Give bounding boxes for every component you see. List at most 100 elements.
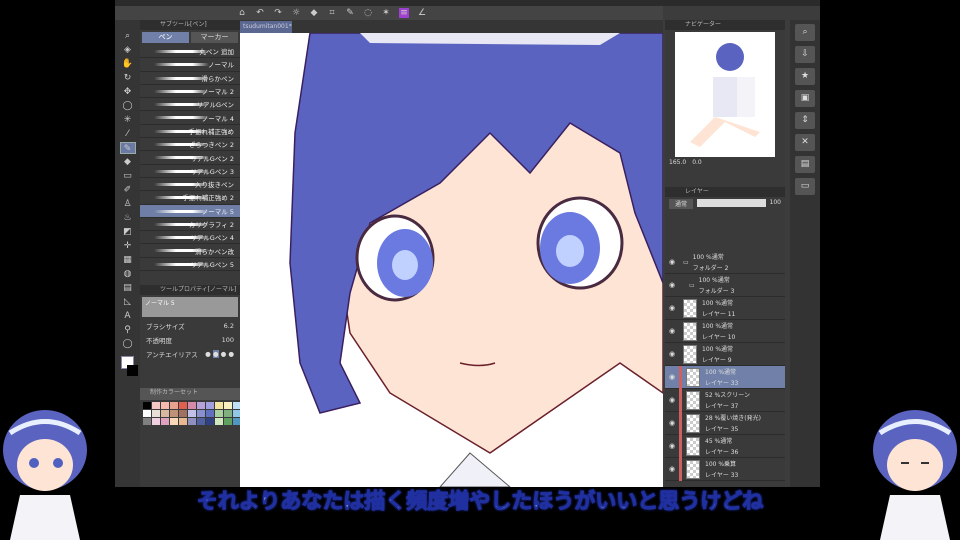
brush-item[interactable]: リアルGペン 3 [140, 165, 240, 178]
text-tool-icon[interactable]: A [120, 310, 136, 322]
tab-pen[interactable]: ペン [142, 32, 189, 43]
brush-item[interactable]: 丸ペン 追加 [140, 45, 240, 59]
document-tab[interactable]: tsudumitan001* [240, 21, 292, 33]
visibility-eye-icon[interactable]: ◉ [665, 396, 679, 404]
layer-row[interactable]: ◉ 100 %通常 レイヤー 11 [665, 297, 785, 320]
color-swatch[interactable] [224, 402, 232, 409]
brush-item[interactable]: 手振れ補正強め [140, 125, 240, 139]
color-set-name[interactable]: 制作カラーセット [140, 388, 240, 400]
brush-item[interactable]: リアルGペン 5 [140, 258, 240, 272]
wand-icon[interactable]: ✶ [381, 8, 391, 18]
layer-row[interactable]: ◉ 52 %スクリーン レイヤー 37 [665, 388, 785, 412]
gradient-tool-icon[interactable]: ▦ [120, 254, 136, 266]
color-swatch[interactable] [197, 402, 205, 409]
brush-size-row[interactable]: ブラシサイズ 6.2 [140, 319, 240, 333]
color-swatch[interactable] [143, 402, 151, 409]
color-swatch[interactable] [170, 402, 178, 409]
expand-icon[interactable]: ⇕ [795, 112, 815, 129]
tab-marker[interactable]: マーカー [191, 32, 238, 43]
eraser-icon[interactable]: ◆ [120, 156, 136, 168]
marker-tool-icon[interactable]: ▭ [120, 170, 136, 182]
layer-row[interactable]: ◉ 100 %通常 レイヤー 9 [665, 343, 785, 366]
color-swatch[interactable] [188, 410, 196, 417]
color-swatch[interactable] [161, 418, 169, 425]
visibility-eye-icon[interactable]: ◉ [665, 442, 679, 450]
color-swatch[interactable] [215, 418, 223, 425]
pencil-icon[interactable]: ∠ [417, 8, 427, 18]
brush-item[interactable]: ノーマル 2 [140, 85, 240, 99]
material-icon[interactable]: ▣ [795, 90, 815, 107]
color-swatch[interactable] [152, 402, 160, 409]
color-swatch[interactable] [206, 410, 214, 417]
navigator-preview[interactable] [675, 32, 775, 157]
layer-row[interactable]: ◉ ▭ 100 %通常 フォルダー 3 [665, 274, 785, 297]
color-swatch[interactable] [197, 418, 205, 425]
layer-row[interactable]: ◉ 28 %覆い焼き(発光) レイヤー 35 [665, 411, 785, 435]
pen-tool-icon[interactable]: ✎ [119, 142, 136, 154]
close-file-icon[interactable]: ✕ [795, 134, 815, 151]
color-swatch[interactable] [161, 402, 169, 409]
color-swatch[interactable] [206, 402, 214, 409]
brush-item[interactable]: 手振れ補正強め 2 [140, 191, 240, 205]
layer-row[interactable]: ◉ 100 %乗算 レイヤー 33 [665, 457, 785, 481]
color-swatch[interactable] [206, 418, 214, 425]
balloon-tool-icon[interactable]: ◯ [120, 338, 136, 350]
visibility-eye-icon[interactable]: ◉ [665, 419, 679, 427]
folder2-icon[interactable]: ▭ [795, 178, 815, 195]
color-swatch[interactable] [215, 410, 223, 417]
bucket-tool-icon[interactable]: ◩ [120, 226, 136, 238]
undo-icon[interactable]: ↶ [255, 8, 265, 18]
color-swatch[interactable] [170, 418, 178, 425]
color-swatch[interactable] [152, 410, 160, 417]
color-swatch[interactable] [152, 418, 160, 425]
zoom-value[interactable]: 165.0 [669, 159, 686, 166]
brush-item[interactable]: 入り抜きペン [140, 178, 240, 192]
brush-item[interactable]: カリグラフィ 2 [140, 218, 240, 232]
correct-tool-icon[interactable]: ⚲ [120, 324, 136, 336]
frame-tool-icon[interactable]: ▤ [120, 282, 136, 294]
visibility-eye-icon[interactable]: ◉ [665, 281, 679, 289]
color-swatch[interactable] [215, 402, 223, 409]
wand-tool-icon[interactable]: ✳ [120, 114, 136, 126]
pen-icon[interactable]: ✎ [345, 8, 355, 18]
lasso-icon[interactable]: ◌ [363, 8, 373, 18]
ruler-tool-icon[interactable]: ◺ [120, 296, 136, 308]
color-swatch[interactable] [143, 410, 151, 417]
color-swatch[interactable] [170, 410, 178, 417]
brush-item[interactable]: ノーマル 5 [140, 204, 240, 218]
folder-icon[interactable]: ▤ [795, 156, 815, 173]
antialias-row[interactable]: アンチエイリアス ● ● ● ● [140, 347, 240, 361]
layer-opacity-value[interactable]: 100 [770, 199, 781, 219]
blend-tool-icon[interactable]: ♙ [120, 198, 136, 210]
brush-item[interactable]: ざらつきペン 2 [140, 138, 240, 152]
figure-tool-icon[interactable]: ◍ [120, 268, 136, 280]
search-icon[interactable]: ⌕ [795, 24, 815, 41]
ruler-icon[interactable]: ≡ [399, 8, 409, 18]
import-icon[interactable]: ⇩ [795, 46, 815, 63]
visibility-eye-icon[interactable]: ◉ [665, 465, 679, 473]
brush-item[interactable]: リアルGペン [140, 98, 240, 112]
color-swatch[interactable] [179, 418, 187, 425]
opacity-value[interactable]: 100 [222, 336, 234, 344]
brush-item[interactable]: 滑らかペン [140, 72, 240, 85]
brush-item[interactable]: 滑らかペン改 [140, 244, 240, 258]
visibility-eye-icon[interactable]: ◉ [665, 327, 679, 335]
color-swatch[interactable] [179, 402, 187, 409]
color-swatch[interactable] [197, 410, 205, 417]
rotate-tool-icon[interactable]: ↻ [120, 72, 136, 84]
layer-row[interactable]: ◉ 45 %通常 レイヤー 36 [665, 434, 785, 458]
antialias-options[interactable]: ● ● ● ● [205, 350, 234, 358]
drawing-canvas[interactable] [240, 33, 663, 487]
eyedropper-tool-icon[interactable]: ⁄ [120, 128, 136, 140]
color-swatch[interactable] [179, 410, 187, 417]
layer-row[interactable]: ◉ ▭ 100 %通常 フォルダー 2 [665, 251, 785, 274]
visibility-eye-icon[interactable]: ◉ [665, 350, 679, 358]
brush-size-value[interactable]: 6.2 [224, 322, 234, 330]
layer-row[interactable]: ◉ 100 %通常 レイヤー 33 [665, 365, 785, 389]
visibility-eye-icon[interactable]: ◉ [665, 373, 679, 381]
color-swatch[interactable] [188, 418, 196, 425]
brush-item[interactable]: リアルGペン 4 [140, 231, 240, 245]
brush-item[interactable]: ノーマル [140, 58, 240, 72]
sparkle-tool-icon[interactable]: ✛ [120, 240, 136, 252]
clear-icon[interactable]: ☼ [291, 8, 301, 18]
